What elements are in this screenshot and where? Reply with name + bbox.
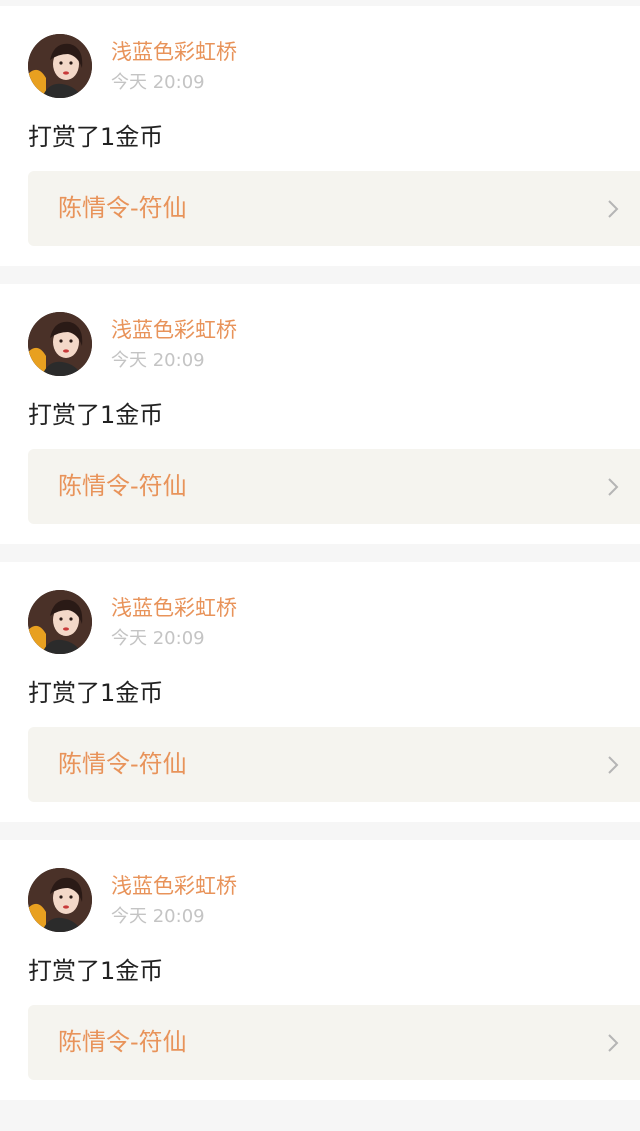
username[interactable]: 浅蓝色彩虹桥 bbox=[111, 318, 237, 342]
user-avatar[interactable] bbox=[28, 34, 92, 98]
post-time: 今天 20:09 bbox=[111, 350, 205, 371]
work-link-title: 陈情令-符仙 bbox=[58, 472, 187, 500]
chevron-right-icon bbox=[608, 200, 619, 218]
username[interactable]: 浅蓝色彩虹桥 bbox=[111, 596, 237, 620]
chevron-right-icon bbox=[608, 756, 619, 774]
post-time: 今天 20:09 bbox=[111, 906, 205, 927]
reward-text: 打赏了1金币 bbox=[28, 401, 164, 429]
reward-text: 打赏了1金币 bbox=[28, 679, 164, 707]
work-link-title: 陈情令-符仙 bbox=[58, 750, 187, 778]
feed-card: 浅蓝色彩虹桥 今天 20:09 打赏了1金币 陈情令-符仙 bbox=[0, 6, 640, 266]
work-link-card[interactable]: 陈情令-符仙 bbox=[28, 1005, 640, 1080]
work-link-title: 陈情令-符仙 bbox=[58, 194, 187, 222]
user-avatar[interactable] bbox=[28, 868, 92, 932]
avatar-image bbox=[28, 34, 92, 98]
feed-card: 浅蓝色彩虹桥 今天 20:09 打赏了1金币 陈情令-符仙 bbox=[0, 562, 640, 822]
chevron-right-icon bbox=[608, 1034, 619, 1052]
avatar-image bbox=[28, 312, 92, 376]
feed-card: 浅蓝色彩虹桥 今天 20:09 打赏了1金币 陈情令-符仙 bbox=[0, 840, 640, 1100]
reward-text: 打赏了1金币 bbox=[28, 957, 164, 985]
feed-card: 浅蓝色彩虹桥 今天 20:09 打赏了1金币 陈情令-符仙 bbox=[0, 284, 640, 544]
work-link-card[interactable]: 陈情令-符仙 bbox=[28, 171, 640, 246]
username[interactable]: 浅蓝色彩虹桥 bbox=[111, 874, 237, 898]
work-link-title: 陈情令-符仙 bbox=[58, 1028, 187, 1056]
work-link-card[interactable]: 陈情令-符仙 bbox=[28, 449, 640, 524]
username[interactable]: 浅蓝色彩虹桥 bbox=[111, 40, 237, 64]
work-link-card[interactable]: 陈情令-符仙 bbox=[28, 727, 640, 802]
reward-feed: 浅蓝色彩虹桥 今天 20:09 打赏了1金币 陈情令-符仙 浅蓝色彩虹桥 今天 … bbox=[0, 0, 640, 1131]
chevron-right-icon bbox=[608, 478, 619, 496]
post-time: 今天 20:09 bbox=[111, 72, 205, 93]
post-time: 今天 20:09 bbox=[111, 628, 205, 649]
avatar-image bbox=[28, 590, 92, 654]
user-avatar[interactable] bbox=[28, 590, 92, 654]
user-avatar[interactable] bbox=[28, 312, 92, 376]
avatar-image bbox=[28, 868, 92, 932]
reward-text: 打赏了1金币 bbox=[28, 123, 164, 151]
